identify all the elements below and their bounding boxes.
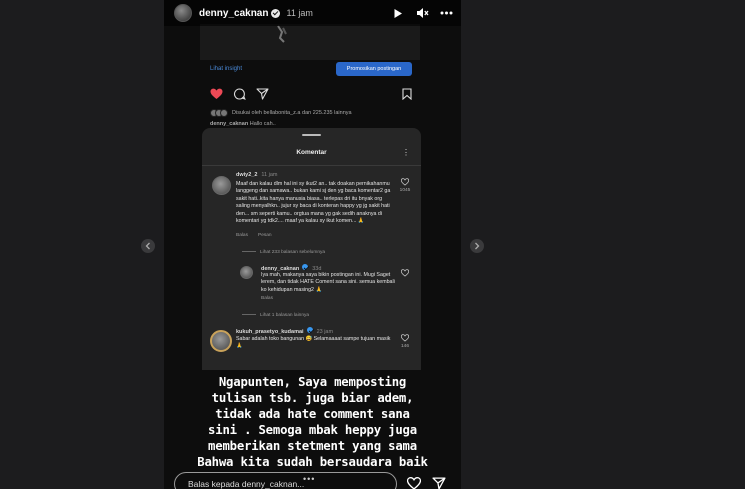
overlay-line: Bahwa kita sudah bersaudara baik [197, 455, 428, 469]
chevron-right-icon [475, 242, 480, 250]
comments-sheet: Komentar ⋮ dwiy2_2 11 jam Maaf dan kalau … [202, 128, 421, 370]
post-actions [210, 87, 412, 101]
story-username[interactable]: denny_caknan [199, 8, 268, 19]
heart-filled-icon [210, 88, 223, 99]
liked-by: Disukai oleh bellabonita_z.a dan 225.235… [210, 109, 352, 117]
comment-text: Sabar adalah toko bangunan 😅 Selamaaaat … [236, 336, 391, 350]
verified-badge-icon [302, 264, 309, 270]
share-icon [256, 88, 269, 100]
play-icon [394, 8, 402, 18]
previous-story-button[interactable] [141, 239, 155, 253]
story-text-overlay: Ngapunten, Saya memposting tulisan tsb. … [186, 374, 439, 470]
view-more-replies-link: Lihat 1 balasan lainnya [242, 313, 309, 318]
reply-input[interactable]: Balas kepada denny_caknan... [174, 472, 397, 489]
comment-username: dwiy2_2 11 jam [236, 172, 278, 178]
promote-post-button: Promosikan postingan [336, 62, 412, 76]
heart-outline-icon [401, 334, 409, 342]
overlay-line: memberikan stetment yang sama [208, 439, 417, 453]
reply-avatar [240, 266, 253, 279]
more-options-button[interactable] [439, 6, 453, 20]
ellipsis-icon: ••• [303, 474, 316, 484]
story-controls [391, 6, 453, 20]
comment-text: Maaf dan kalau dlm hal ini sy ikut2 an..… [236, 181, 391, 225]
verified-badge-icon [271, 8, 281, 18]
comment-avatar [212, 176, 231, 195]
chevron-left-icon [145, 242, 150, 250]
like-count: 1045 [399, 188, 411, 193]
comment-actions: Balas Pesan [236, 233, 272, 238]
comment-icon [234, 88, 246, 100]
story-viewer: Lihat insight Promosikan postingan Disuk… [0, 0, 745, 489]
reply-placeholder: Balas kepada denny_caknan... [188, 479, 305, 489]
story-card: Lihat insight Promosikan postingan Disuk… [164, 0, 461, 489]
like-count: 146 [400, 344, 409, 349]
post-caption: denny_caknan Hallo cah.. [210, 121, 276, 127]
insight-link: Lihat insight [210, 66, 243, 72]
avatar[interactable] [174, 4, 192, 22]
speaker-muted-icon [416, 8, 429, 18]
more-options-icon: ⋮ [402, 148, 410, 157]
heart-outline-icon [401, 178, 409, 186]
sheet-title: Komentar [296, 149, 327, 156]
heart-outline-icon [401, 269, 409, 277]
liked-by-text: Disukai oleh bellabonita_z.a dan 225.235… [232, 110, 352, 116]
liker-avatar [220, 109, 228, 117]
play-button[interactable] [391, 6, 405, 20]
caption-username: denny_caknan [210, 121, 249, 127]
reply-actions: Balas [261, 296, 273, 301]
comment-avatar-story-ring [210, 330, 232, 352]
caption-text: Hallo cah.. [249, 121, 276, 127]
like-story-icon[interactable] [407, 477, 421, 489]
comment-username: kukuh_prasetyo_kudamai 23 jam [236, 327, 334, 335]
overlay-line: tidak ada hate comment sana [215, 407, 410, 421]
divider [202, 165, 421, 166]
view-replies-link: Lihat 233 balasan sebelumnya [242, 250, 325, 255]
more-horizontal-icon [440, 11, 452, 15]
overlay-line: Ngapunten, Saya memposting [218, 375, 407, 389]
overlay-line: sini . Semoga mbak heppy juga [208, 423, 417, 437]
next-story-button[interactable] [470, 239, 484, 253]
overlay-line: tulisan tsb. juga biar adem, [211, 391, 414, 405]
mute-button[interactable] [415, 6, 429, 20]
embedded-post-image [200, 24, 420, 60]
reply-text: Iya mah, makanya saya bikin postingan in… [261, 272, 395, 293]
story-time: 11 jam [286, 8, 313, 18]
send-icon[interactable] [432, 477, 446, 489]
sheet-handle [302, 134, 321, 136]
bookmark-icon [402, 88, 412, 100]
post-figure-image [277, 25, 287, 43]
reply-username: denny_caknan 33d [261, 264, 322, 272]
story-header: denny_caknan 11 jam [164, 0, 461, 26]
verified-badge-icon [306, 327, 313, 333]
